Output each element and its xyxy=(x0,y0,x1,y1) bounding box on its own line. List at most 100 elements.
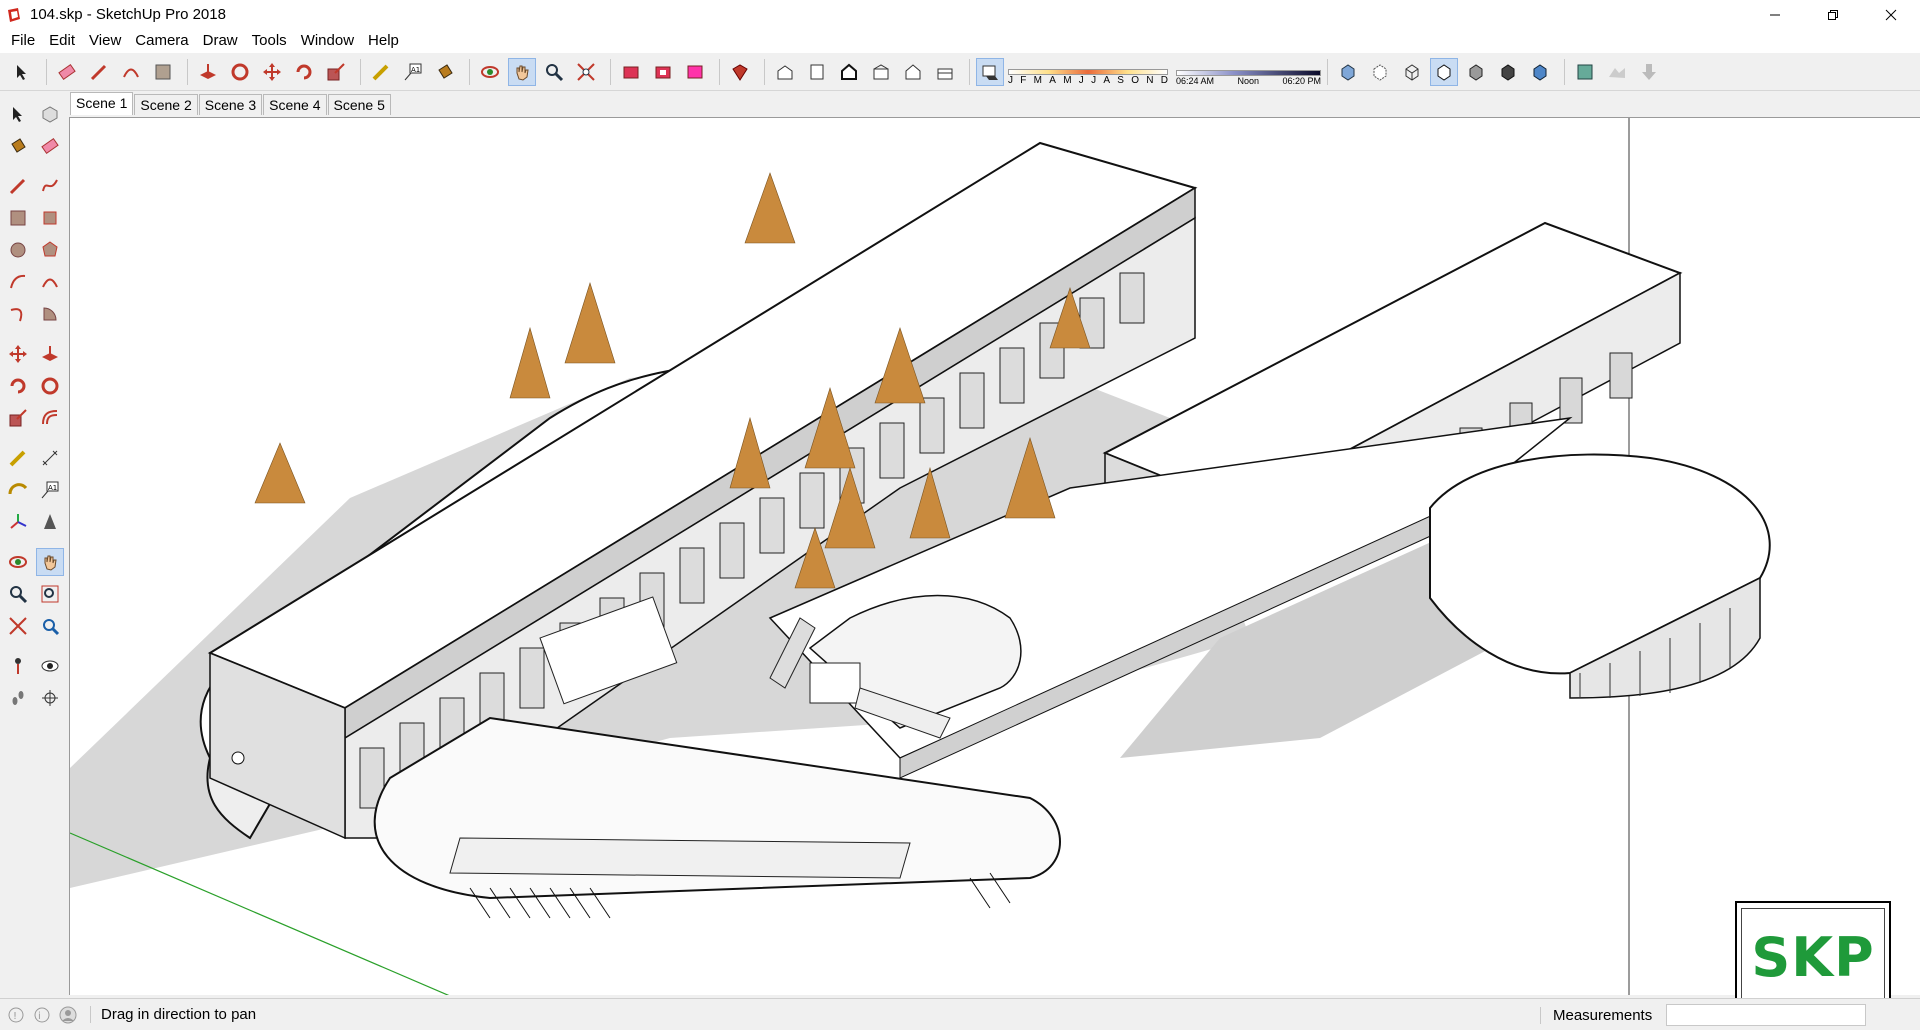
extension-warehouse-button[interactable] xyxy=(649,58,677,86)
palette-text-button[interactable]: A1 xyxy=(36,476,64,504)
palette-axes-button[interactable] xyxy=(4,508,32,536)
view-back-button[interactable] xyxy=(899,58,927,86)
palette-position-camera-button[interactable] xyxy=(4,652,32,680)
wireframe-button[interactable] xyxy=(1398,58,1426,86)
text-tool-button[interactable]: A1 xyxy=(399,58,427,86)
menu-view[interactable]: View xyxy=(82,29,128,53)
warehouse-button[interactable] xyxy=(617,58,645,86)
palette-rotated-rectangle-button[interactable] xyxy=(36,204,64,232)
hidden-line-button[interactable] xyxy=(1430,57,1458,86)
tape-measure-button[interactable] xyxy=(367,58,395,86)
palette-rectangle-button[interactable] xyxy=(4,204,32,232)
menu-help[interactable]: Help xyxy=(361,29,406,53)
photo-textures-button[interactable] xyxy=(1635,58,1663,86)
paint-bucket-button[interactable] xyxy=(431,58,459,86)
palette-paint-button[interactable] xyxy=(4,132,32,160)
palette-make-component-button[interactable] xyxy=(36,100,64,128)
add-location-button[interactable] xyxy=(1571,58,1599,86)
palette-zoom-extents-button[interactable] xyxy=(4,612,32,640)
palette-zoom-button[interactable] xyxy=(4,580,32,608)
view-left-button[interactable] xyxy=(931,58,959,86)
view-top-button[interactable] xyxy=(803,58,831,86)
close-button[interactable] xyxy=(1862,0,1920,29)
palette-select-button[interactable] xyxy=(4,100,32,128)
tab-scene-1[interactable]: Scene 1 xyxy=(70,92,134,115)
measurements-box: Measurements xyxy=(1540,999,1867,1031)
view-right-button[interactable] xyxy=(867,58,895,86)
restore-button[interactable] xyxy=(1804,0,1862,29)
shape-tool-button[interactable] xyxy=(149,58,177,86)
palette-walk-button[interactable] xyxy=(4,684,32,712)
tab-scene-4[interactable]: Scene 4 xyxy=(263,94,327,115)
palette-section-plane-button[interactable] xyxy=(36,684,64,712)
svg-text:!: ! xyxy=(13,1011,17,1022)
palette-previous-view-button[interactable] xyxy=(36,612,64,640)
palette-dimension-button[interactable] xyxy=(36,444,64,472)
palette-push-pull-button[interactable] xyxy=(36,340,64,368)
palette-polygon-button[interactable] xyxy=(36,236,64,264)
arc-tool-button[interactable] xyxy=(117,58,145,86)
menu-draw[interactable]: Draw xyxy=(196,29,245,53)
palette-pan-button[interactable] xyxy=(36,548,64,576)
zoom-extents-button[interactable] xyxy=(572,58,600,86)
shaded-button[interactable] xyxy=(1462,58,1490,86)
eraser-tool-button[interactable] xyxy=(53,58,81,86)
palette-pie-button[interactable] xyxy=(36,300,64,328)
palette-line-button[interactable] xyxy=(4,172,32,200)
menu-edit[interactable]: Edit xyxy=(42,29,82,53)
shaded-textures-button[interactable] xyxy=(1494,58,1522,86)
tab-scene-5[interactable]: Scene 5 xyxy=(327,94,391,115)
credits-icon[interactable]: i xyxy=(32,1005,52,1025)
follow-me-button[interactable] xyxy=(226,58,254,86)
menu-camera[interactable]: Camera xyxy=(128,29,195,53)
palette-move-button[interactable] xyxy=(4,340,32,368)
monochrome-button[interactable] xyxy=(1526,58,1554,86)
back-edges-button[interactable] xyxy=(1366,58,1394,86)
palette-2pt-arc-button[interactable] xyxy=(36,268,64,296)
menu-window[interactable]: Window xyxy=(294,29,361,53)
view-iso-button[interactable] xyxy=(771,58,799,86)
palette-look-around-button[interactable] xyxy=(36,652,64,680)
orbit-button[interactable] xyxy=(476,58,504,86)
extension-ruby-button[interactable] xyxy=(726,58,754,86)
palette-eraser-button[interactable] xyxy=(36,132,64,160)
pan-hand-icon xyxy=(44,555,57,571)
shadows-toggle-button[interactable] xyxy=(976,57,1004,86)
push-pull-button[interactable] xyxy=(194,58,222,86)
palette-circle-button[interactable] xyxy=(4,236,32,264)
palette-offset-button[interactable] xyxy=(36,404,64,432)
palette-arc-button[interactable] xyxy=(4,268,32,296)
toggle-terrain-button[interactable] xyxy=(1603,58,1631,86)
view-front-button[interactable] xyxy=(835,58,863,86)
palette-3pt-arc-button[interactable] xyxy=(4,300,32,328)
shadow-time-slider[interactable]: 06:24 AM Noon 06:20 PM xyxy=(1176,58,1321,86)
palette-3d-text-button[interactable] xyxy=(36,508,64,536)
line-tool-button[interactable] xyxy=(85,58,113,86)
tab-scene-3[interactable]: Scene 3 xyxy=(198,94,263,115)
pan-button[interactable] xyxy=(508,57,536,86)
zoom-button[interactable] xyxy=(540,58,568,86)
palette-rotate-button[interactable] xyxy=(4,372,32,400)
measurements-input[interactable] xyxy=(1666,1004,1867,1026)
palette-zoom-window-button[interactable] xyxy=(36,580,64,608)
palette-orbit-button[interactable] xyxy=(4,548,32,576)
menu-file[interactable]: File xyxy=(4,29,42,53)
palette-protractor-button[interactable] xyxy=(4,476,32,504)
minimize-button[interactable] xyxy=(1746,0,1804,29)
rotate-tool-button[interactable] xyxy=(290,58,318,86)
select-tool-button[interactable] xyxy=(8,58,36,86)
model-viewport[interactable] xyxy=(69,117,1920,995)
menu-tools[interactable]: Tools xyxy=(245,29,294,53)
palette-follow-me-button[interactable] xyxy=(36,372,64,400)
shadow-date-slider[interactable]: J F M A M J J A S O N D xyxy=(1008,58,1168,86)
share-model-button[interactable] xyxy=(681,58,709,86)
move-tool-button[interactable] xyxy=(258,58,286,86)
palette-freehand-button[interactable] xyxy=(36,172,64,200)
scale-tool-button[interactable] xyxy=(322,58,350,86)
geo-location-icon[interactable]: ! xyxy=(6,1005,26,1025)
user-account-icon[interactable] xyxy=(58,1005,78,1025)
palette-scale-button[interactable] xyxy=(4,404,32,432)
palette-tape-button[interactable] xyxy=(4,444,32,472)
tab-scene-2[interactable]: Scene 2 xyxy=(134,94,198,115)
xray-button[interactable] xyxy=(1334,58,1362,86)
